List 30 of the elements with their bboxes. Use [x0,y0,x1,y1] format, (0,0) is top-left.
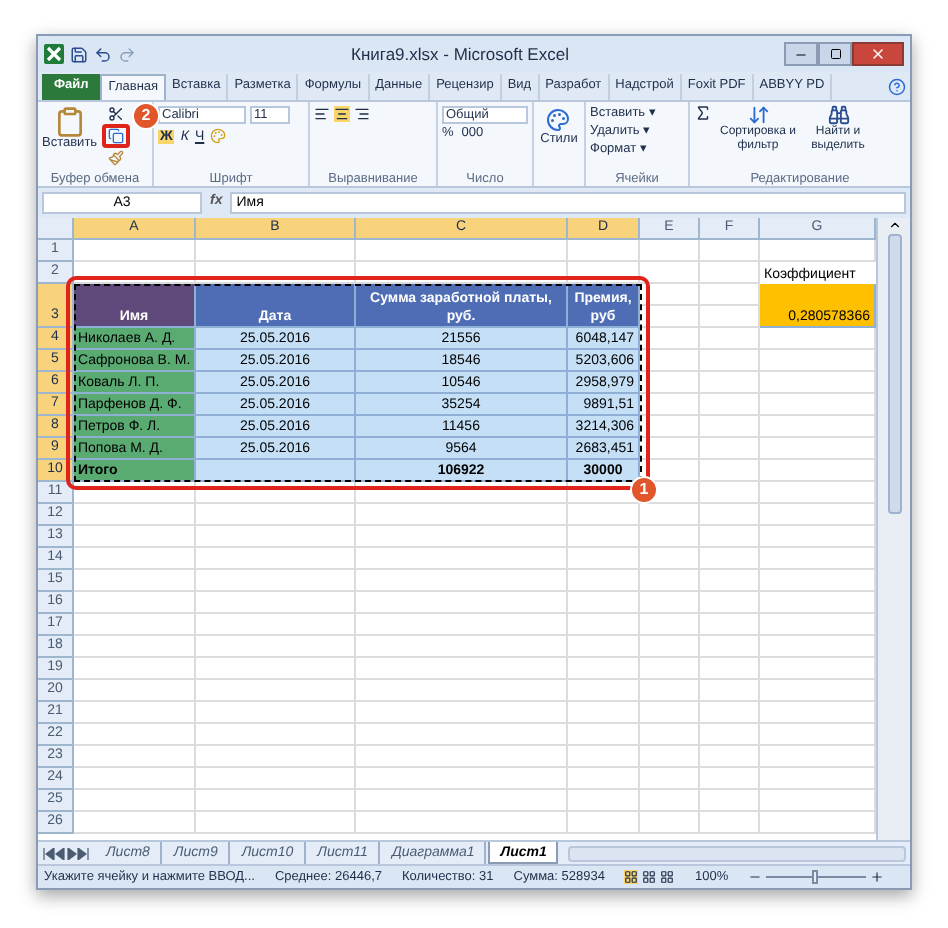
undo-icon[interactable] [94,45,112,63]
align-left-icon[interactable] [314,106,330,122]
binoculars-icon [827,104,849,126]
copy-icon[interactable] [101,124,130,148]
sort-icon [747,104,769,126]
maximize-icon [829,48,841,60]
view-icon[interactable] [642,870,657,884]
horizontal-scrollbar[interactable] [568,845,906,861]
view-icon[interactable] [660,870,675,884]
sheet-navigation-icon[interactable] [42,847,94,859]
callout-badge: 2 [132,102,160,130]
sum-icon[interactable] [694,104,712,122]
zoom-in-icon[interactable] [870,870,885,884]
window-title: Книга9.xlsx - Microsoft Excel [351,41,569,67]
clipboard-icon [53,106,86,138]
align-right-icon[interactable] [354,106,370,122]
fill-color-icon[interactable] [210,128,227,144]
callout-badge: 1 [630,476,658,504]
palette-icon [546,108,571,132]
view-icon[interactable] [624,870,639,884]
scroll-up-icon[interactable] [887,218,901,232]
close-button[interactable] [852,42,904,66]
zoom-out-icon[interactable] [748,870,763,884]
maximize-button[interactable] [818,42,852,66]
save-icon[interactable] [70,45,88,63]
app-icon [44,44,64,64]
vertical-scrollbar[interactable] [876,218,910,840]
align-center-icon[interactable] [334,106,350,122]
help-icon[interactable] [888,78,906,96]
close-icon [870,46,886,62]
